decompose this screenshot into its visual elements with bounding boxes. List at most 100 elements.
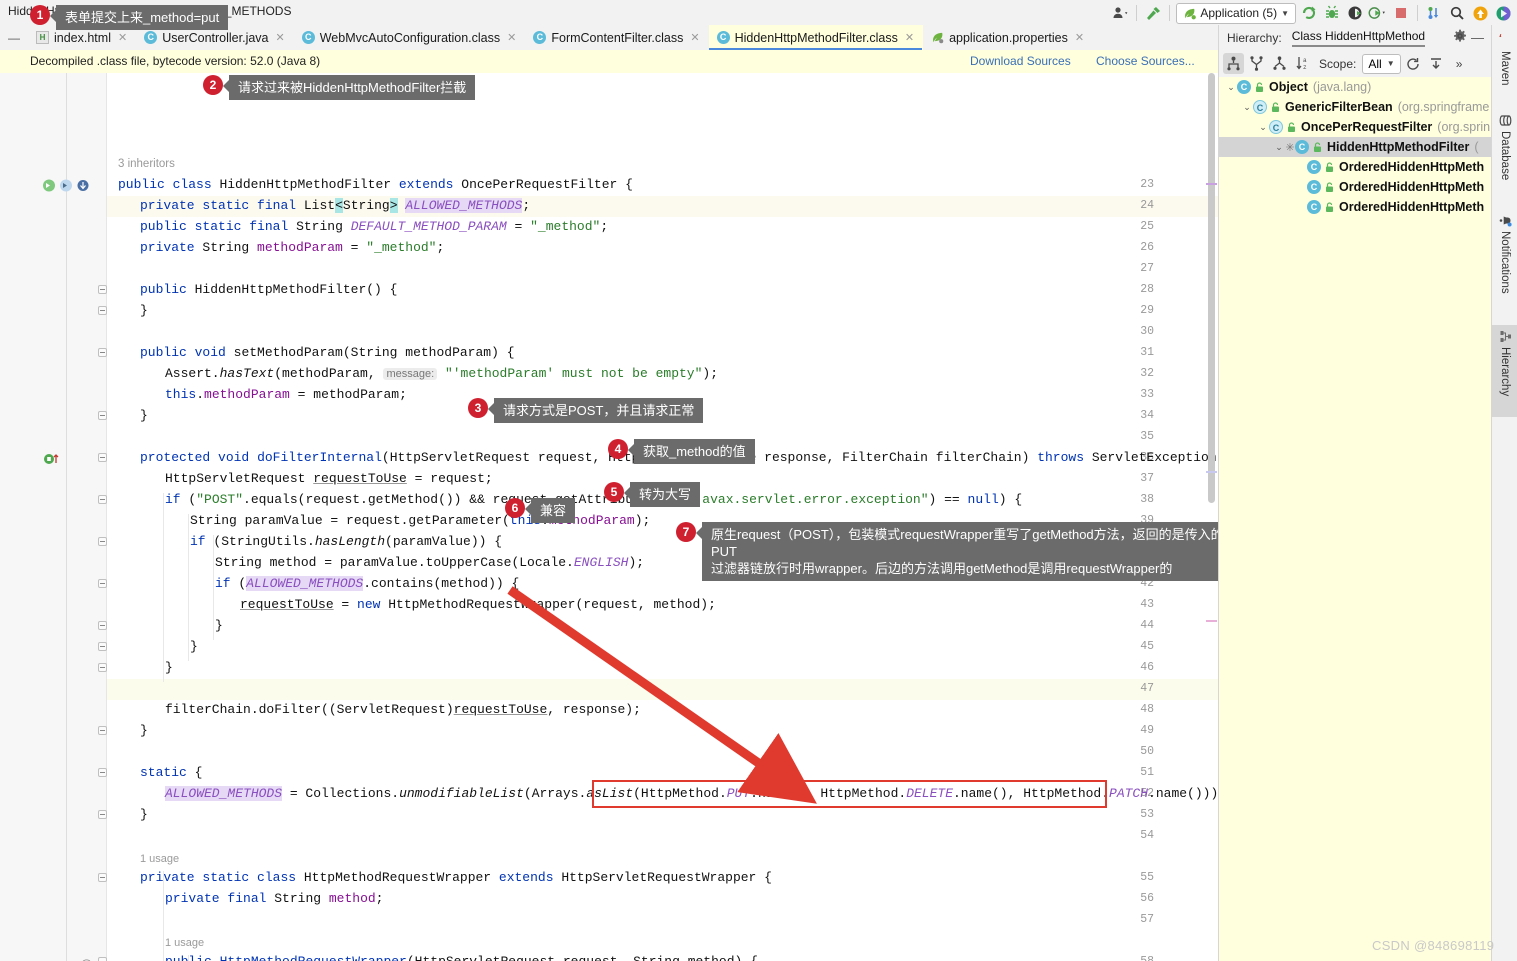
tabs-collapse-icon[interactable]: — <box>0 25 28 50</box>
minimize-icon[interactable]: — <box>1471 30 1484 45</box>
tool-window-hierarchy[interactable]: Hierarchy <box>1492 325 1517 417</box>
tree-node-name: Object <box>1269 80 1308 94</box>
code-line-26: private String methodParam = "_method"; <box>140 241 444 255</box>
tree-node-package: (org.springframe <box>1398 100 1490 114</box>
hierarchy-panel-label: Hierarchy: <box>1227 31 1282 45</box>
close-icon[interactable]: ✕ <box>507 31 516 44</box>
type-hierarchy-icon[interactable] <box>1223 53 1244 74</box>
editor-scrollbar[interactable] <box>1205 73 1218 961</box>
usage-hint-1[interactable]: 1 usage <box>140 852 179 866</box>
svg-text:z: z <box>1303 64 1307 71</box>
callout-5: 5 转为大写 <box>604 482 700 507</box>
scrollbar-thumb[interactable] <box>1208 73 1215 503</box>
more-options-icon[interactable]: » <box>1449 53 1470 74</box>
search-everywhere-icon[interactable] <box>1447 3 1467 23</box>
java-class-icon: C <box>533 31 546 44</box>
java-class-icon: C <box>717 31 730 44</box>
public-lock-icon <box>1324 182 1335 193</box>
sort-alphabetically-icon[interactable]: az <box>1292 53 1313 74</box>
tool-window-label: Maven <box>1499 51 1511 86</box>
tool-window-notifications[interactable]: Notifications <box>1492 209 1517 317</box>
chevron-down-icon[interactable]: ⌄ <box>1273 142 1285 153</box>
tab-webmvcautoconfiguration-class[interactable]: C WebMvcAutoConfiguration.class ✕ <box>294 25 526 50</box>
tool-window-label: Database <box>1499 131 1511 180</box>
gutter-annotation-icon[interactable]: @ <box>80 957 92 961</box>
indent-guide <box>213 535 214 640</box>
tree-node-genericfilterbean[interactable]: ⌄ C GenericFilterBean (org.springframe <box>1219 97 1492 117</box>
tree-node-hiddenhttpmethodfilter[interactable]: ⌄ ✳ C HiddenHttpMethodFilter ( <box>1219 137 1492 157</box>
tab-label: WebMvcAutoConfiguration.class <box>320 31 500 45</box>
code-line-29: } <box>140 304 148 318</box>
profiler-icon[interactable] <box>1368 3 1388 23</box>
tool-window-maven[interactable]: m Maven <box>1492 29 1517 95</box>
chevron-down-icon[interactable]: ⌄ <box>1241 102 1253 113</box>
tree-node-name: OrderedHiddenHttpMeth <box>1339 200 1484 214</box>
stop-icon[interactable] <box>1391 3 1411 23</box>
tab-hiddenhttpmethodfilter-class[interactable]: C HiddenHttpMethodFilter.class ✕ <box>709 25 924 50</box>
close-icon[interactable]: ✕ <box>1075 31 1084 44</box>
scope-label: Scope: <box>1319 57 1356 71</box>
refresh-icon[interactable] <box>1403 53 1424 74</box>
chevron-down-icon[interactable]: ⌄ <box>1257 122 1269 133</box>
user-avatar-icon[interactable] <box>1110 3 1130 23</box>
code-line-51: static { <box>140 766 202 780</box>
code-line-45: } <box>190 640 198 654</box>
tree-node-onceperrequestfilter[interactable]: ⌄ C OncePerRequestFilter (org.sprin <box>1219 117 1492 137</box>
gutter-overriding-method-icon[interactable] <box>44 452 62 468</box>
toolbar-divider-2 <box>1169 5 1170 21</box>
code-line-25: public static final String DEFAULT_METHO… <box>140 220 608 234</box>
java-class-icon: C <box>1237 80 1251 94</box>
run-configuration-selector[interactable]: Application (5) ▼ <box>1176 3 1296 24</box>
code-line-34: } <box>140 409 148 423</box>
code-line-43: requestToUse = new HttpMethodRequestWrap… <box>240 598 716 612</box>
callout-text: 请求方式是POST，并且请求正常 <box>494 398 703 423</box>
close-icon[interactable]: ✕ <box>690 31 699 44</box>
hierarchy-tab-title[interactable]: Class HiddenHttpMethod <box>1292 29 1425 47</box>
close-icon[interactable]: ✕ <box>905 31 914 44</box>
inlay-hint: message: <box>383 368 437 380</box>
code-editor[interactable]: 2324 2526 2728 2930 3132 3334 3536 3738 … <box>0 73 1218 961</box>
tool-window-database[interactable]: Database <box>1492 109 1517 195</box>
gutter-implemented-icon[interactable] <box>42 179 96 195</box>
callout-7: 7 原生request（POST），包装模式requestWrapper重写了g… <box>676 522 1260 581</box>
run-with-coverage-icon[interactable] <box>1345 3 1365 23</box>
tree-node-orderedhiddenhttpmethodfilter-3[interactable]: C OrderedHiddenHttpMeth <box>1219 197 1492 217</box>
git-update-icon[interactable] <box>1424 3 1444 23</box>
update-project-icon[interactable] <box>1470 3 1490 23</box>
maven-icon: m <box>1499 34 1512 47</box>
tab-application-properties[interactable]: application.properties ✕ <box>923 25 1093 50</box>
choose-sources-link[interactable]: Choose Sources... <box>1096 54 1195 68</box>
tab-formcontentfilter-class[interactable]: C FormContentFilter.class ✕ <box>525 25 708 50</box>
tree-node-orderedhiddenhttpmethodfilter-2[interactable]: C OrderedHiddenHttpMeth <box>1219 177 1492 197</box>
indent-guide <box>188 955 189 961</box>
current-class-marker-icon: ✳ <box>1285 141 1295 154</box>
chevron-down-icon[interactable]: ▼ <box>1387 59 1395 68</box>
close-icon[interactable]: ✕ <box>276 31 285 44</box>
supertypes-hierarchy-icon[interactable] <box>1269 53 1290 74</box>
code-line-40: if (StringUtils.hasLength(paramValue)) { <box>190 535 502 549</box>
callout-1: 1 表单提交上来_method=put <box>30 5 228 30</box>
editor-gutter[interactable] <box>0 73 107 961</box>
subtypes-hierarchy-icon[interactable] <box>1246 53 1267 74</box>
callout-text: 请求过来被HiddenHttpMethodFilter拦截 <box>229 75 475 100</box>
tree-node-name: HiddenHttpMethodFilter <box>1327 140 1469 154</box>
tree-node-object[interactable]: ⌄ C Object (java.lang) <box>1219 77 1492 97</box>
code-line-58: public HttpMethodRequestWrapper(HttpServ… <box>165 955 758 961</box>
tree-node-name: OncePerRequestFilter <box>1301 120 1432 134</box>
close-icon[interactable]: ✕ <box>118 31 127 44</box>
ide-assistant-icon[interactable] <box>1493 3 1513 23</box>
debug-icon[interactable] <box>1322 3 1342 23</box>
chevron-down-icon[interactable]: ⌄ <box>1225 82 1237 93</box>
tree-node-orderedhiddenhttpmethodfilter-1[interactable]: C OrderedHiddenHttpMeth <box>1219 157 1492 177</box>
inheritors-label[interactable]: 3 inheritors <box>118 158 175 170</box>
chevron-down-icon[interactable]: ▼ <box>1281 9 1289 18</box>
usage-hint-2[interactable]: 1 usage <box>165 936 204 950</box>
gear-icon[interactable] <box>1453 29 1467 46</box>
hierarchy-tree[interactable]: ⌄ C Object (java.lang) ⌄ C GenericFilter… <box>1219 77 1492 961</box>
tool-window-label: Hierarchy <box>1499 347 1511 396</box>
download-sources-link[interactable]: Download Sources <box>970 54 1071 68</box>
run-icon[interactable] <box>1299 3 1319 23</box>
expand-all-icon[interactable] <box>1426 53 1447 74</box>
scope-dropdown[interactable]: All ▼ <box>1362 54 1400 74</box>
hammer-build-icon[interactable] <box>1143 3 1163 23</box>
